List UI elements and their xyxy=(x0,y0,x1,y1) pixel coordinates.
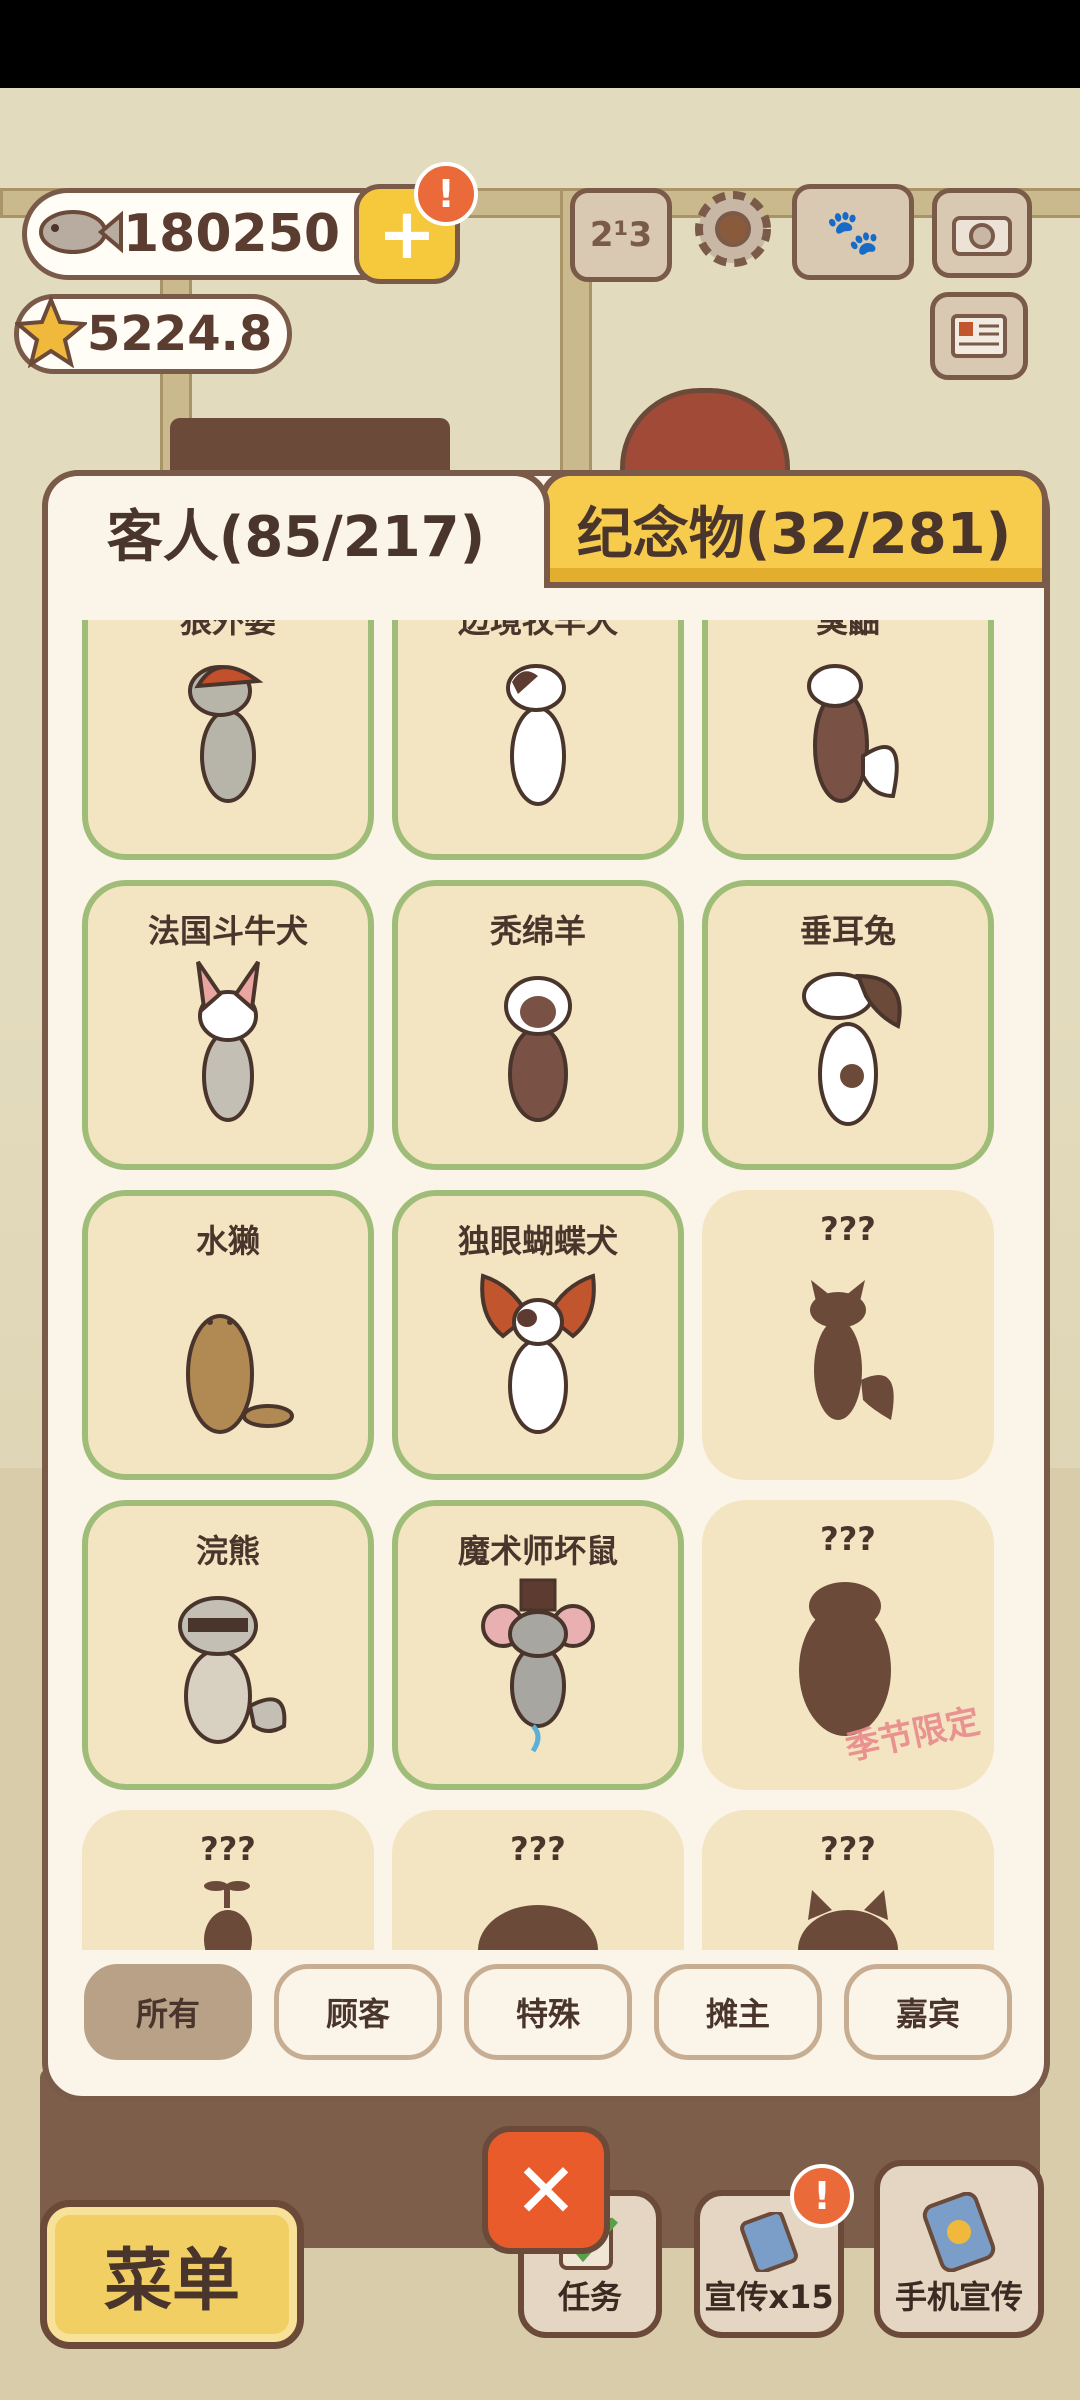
camera-icon xyxy=(952,216,1012,256)
tab-souvenirs-label: 纪念物(32/281) xyxy=(576,501,1012,567)
silhouette-sprite xyxy=(798,1890,898,1950)
filter-label: 所有 xyxy=(135,1995,200,2033)
book-button[interactable]: 🐾 xyxy=(792,184,914,280)
guest-card[interactable]: 魔术师坏鼠 xyxy=(392,1500,684,1790)
close-icon: ✕ xyxy=(514,2145,578,2235)
french-bulldog-sprite xyxy=(196,960,260,1122)
menu-button[interactable]: 菜单 xyxy=(40,2200,304,2349)
close-button[interactable]: ✕ xyxy=(482,2126,610,2254)
guest-card[interactable]: 浣熊 xyxy=(82,1500,374,1790)
raccoon-sprite xyxy=(178,1596,287,1744)
fish-icon xyxy=(31,197,123,271)
guest-card[interactable]: 边境牧羊犬 xyxy=(392,620,684,860)
star-icon xyxy=(13,294,89,372)
ranking-button[interactable]: 2¹3 xyxy=(570,188,672,282)
guest-name: ??? xyxy=(820,1520,876,1558)
tab-souvenirs[interactable]: 纪念物(32/281) xyxy=(540,470,1048,588)
fish-amount: 180250 xyxy=(123,204,341,264)
guest-name: ??? xyxy=(510,1830,566,1868)
phone-icon xyxy=(922,2192,996,2272)
lop-rabbit-sprite xyxy=(802,972,902,1126)
alert-badge: ! xyxy=(790,2164,854,2228)
filter-guests[interactable]: 嘉宾 xyxy=(844,1964,1012,2060)
guest-name: 垂耳兔 xyxy=(799,912,896,950)
guest-card[interactable]: 法国斗牛犬 xyxy=(82,880,374,1170)
filter-label: 顾客 xyxy=(325,1995,390,2033)
locked-guest-card[interactable]: ??? xyxy=(702,1810,994,1950)
guest-name: 水獭 xyxy=(195,1222,260,1260)
filter-label: 嘉宾 xyxy=(895,1995,960,2033)
guest-name: 魔术师坏鼠 xyxy=(457,1532,618,1570)
border-collie-sprite xyxy=(506,664,566,806)
guest-name: ??? xyxy=(200,1830,256,1868)
guest-grid[interactable]: 狼外婆 边境牧羊犬 臭鼬 法国斗牛犬 秃绵羊 垂耳兔 水獭 独眼蝴蝶犬 ??? … xyxy=(72,620,1008,1950)
alert-badge: ! xyxy=(414,162,478,226)
tasks-label: 任务 xyxy=(557,2278,622,2316)
gear-icon xyxy=(695,191,771,267)
tab-guests[interactable]: 客人(85/217) xyxy=(42,470,550,588)
tab-guests-label: 客人(85/217) xyxy=(106,504,486,570)
guest-name: 狼外婆 xyxy=(179,620,276,640)
star-currency: 5224.8 xyxy=(13,294,292,374)
phone-promo-label: 手机宣传 xyxy=(894,2278,1023,2316)
filter-customers[interactable]: 顾客 xyxy=(274,1964,442,2060)
flyer-icon xyxy=(740,2212,798,2272)
menu-label: 菜单 xyxy=(103,2242,240,2321)
star-amount: 5224.8 xyxy=(87,306,273,362)
guest-name: 独眼蝴蝶犬 xyxy=(457,1222,618,1260)
guest-card[interactable]: 狼外婆 xyxy=(82,620,374,860)
ranking-icon: 2¹3 xyxy=(589,215,653,255)
filter-special[interactable]: 特殊 xyxy=(464,1964,632,2060)
guest-card[interactable]: 独眼蝴蝶犬 xyxy=(392,1190,684,1480)
filter-all[interactable]: 所有 xyxy=(84,1964,252,2060)
wolf-grandma-sprite xyxy=(188,665,264,803)
locked-guest-card[interactable]: ??? 季节限定 xyxy=(702,1500,994,1790)
status-bar xyxy=(0,0,1080,88)
book-icon: 🐾 xyxy=(825,207,881,258)
guest-card[interactable]: 秃绵羊 xyxy=(392,880,684,1170)
locked-guest-card[interactable]: ??? xyxy=(82,1810,374,1950)
newspaper-icon xyxy=(951,314,1007,358)
filter-label: 特殊 xyxy=(515,1995,580,2033)
locked-guest-card[interactable]: ??? xyxy=(702,1190,994,1480)
silhouette-sprite xyxy=(204,1881,252,1950)
phone-promo-button[interactable]: 手机宣传 xyxy=(874,2160,1044,2338)
settings-button[interactable] xyxy=(688,184,778,274)
camera-button[interactable] xyxy=(932,188,1032,278)
guest-card[interactable]: 垂耳兔 xyxy=(702,880,994,1170)
guest-name: 边境牧羊犬 xyxy=(457,620,618,640)
newspaper-button[interactable] xyxy=(930,292,1028,380)
locked-guest-card[interactable]: ??? xyxy=(392,1810,684,1950)
guest-name: ??? xyxy=(820,1830,876,1868)
guest-card[interactable]: 臭鼬 xyxy=(702,620,994,860)
guest-name: 臭鼬 xyxy=(815,620,880,640)
silhouette-sprite xyxy=(478,1905,598,1950)
guest-name: ??? xyxy=(820,1210,876,1248)
bald-sheep-sprite xyxy=(504,976,572,1122)
skunk-sprite xyxy=(807,664,899,803)
magician-rat-sprite xyxy=(481,1578,595,1753)
guest-card[interactable]: 水獭 xyxy=(82,1190,374,1480)
papillon-sprite xyxy=(480,1273,596,1434)
guest-name: 法国斗牛犬 xyxy=(147,912,308,950)
guest-name: 秃绵羊 xyxy=(489,912,586,950)
silhouette-fox-sprite xyxy=(810,1280,894,1420)
guest-name: 浣熊 xyxy=(195,1532,260,1570)
filter-vendors[interactable]: 摊主 xyxy=(654,1964,822,2060)
promo-label: 宣传x15 xyxy=(704,2278,834,2316)
filter-label: 摊主 xyxy=(705,1995,770,2033)
otter-sprite xyxy=(186,1314,294,1434)
